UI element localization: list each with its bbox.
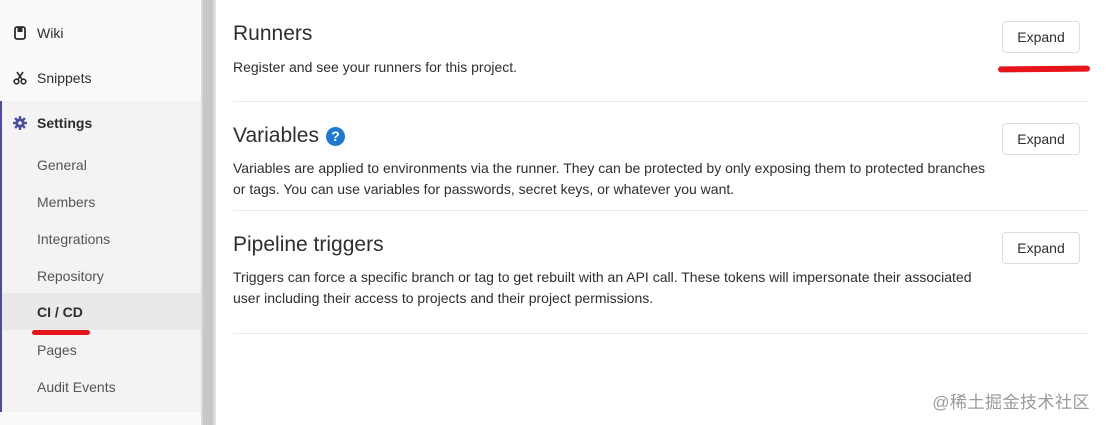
pipeline-triggers-title: Pipeline triggers [233,233,384,257]
scissors-icon [13,71,27,85]
sidebar-item-wiki[interactable]: Wiki [0,10,201,55]
runners-title: Runners [233,22,312,46]
sidebar-item-audit-events[interactable]: Audit Events [2,368,201,405]
section-divider [233,333,1088,334]
sidebar-item-pages[interactable]: Pages [2,331,201,368]
sidebar: Wiki Snippets Settings General Members I… [0,0,201,425]
section-divider [233,210,1088,211]
variables-title-text: Variables [233,124,319,147]
sidebar-item-repository[interactable]: Repository [2,257,201,294]
help-icon[interactable]: ? [326,126,345,146]
book-icon [13,25,27,40]
content-divider [215,0,216,425]
watermark: @稀土掘金技术社区 [932,393,1090,412]
pipeline-triggers-title-text: Pipeline triggers [233,233,384,256]
runners-expand-button[interactable]: Expand [1002,21,1080,53]
runners-title-text: Runners [233,22,313,45]
sidebar-settings-label: Settings [37,115,93,131]
sidebar-item-snippets[interactable]: Snippets [0,55,201,100]
sidebar-item-ci-cd[interactable]: CI / CD [2,293,201,330]
sidebar-item-integrations[interactable]: Integrations [2,220,201,257]
pipeline-triggers-expand-button[interactable]: Expand [1002,232,1080,264]
variables-description: Variables are applied to environments vi… [233,160,986,197]
sidebar-item-general[interactable]: General [2,146,201,183]
settings-group: Settings General Members Integrations Re… [0,101,201,412]
pipeline-triggers-description: Triggers can force a specific branch or … [233,269,972,306]
gear-icon [13,116,27,130]
annotation-underline-ci-cd [32,330,90,335]
variables-title: Variables ? [233,124,345,148]
annotation-underline-expand [997,65,1091,73]
variables-expand-button[interactable]: Expand [1002,123,1080,155]
sidebar-item-members[interactable]: Members [2,183,201,220]
sidebar-item-label: Wiki [37,24,64,41]
sidebar-scrollbar-thumb[interactable] [203,0,213,425]
sidebar-item-label: Snippets [37,69,92,86]
section-divider [233,101,1088,102]
sidebar-item-settings[interactable]: Settings [2,101,201,145]
runners-description: Register and see your runners for this p… [233,59,518,75]
